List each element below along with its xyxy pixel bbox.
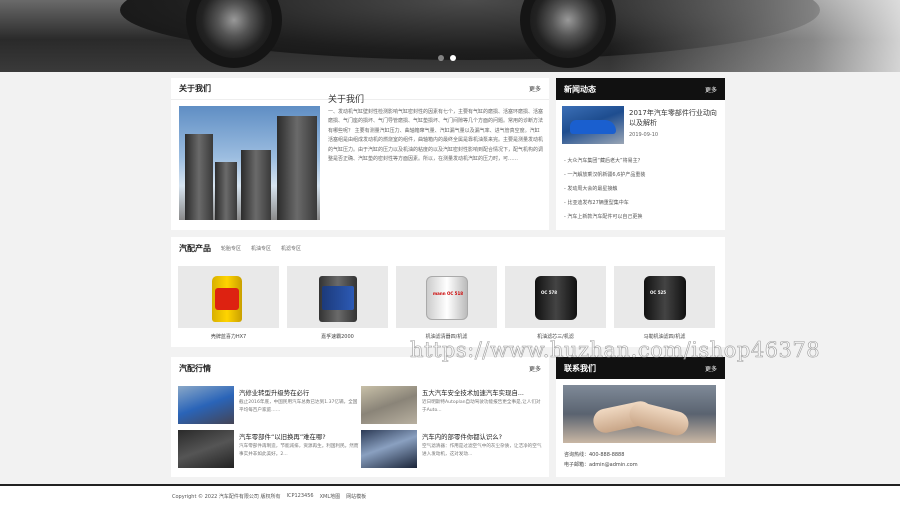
footer-copyright: Copyright © 2022 汽车配件有限公司 版权所有 — [172, 494, 281, 500]
news-more-link[interactable]: 更多 — [705, 85, 717, 94]
about-more-link[interactable]: 更多 — [529, 84, 541, 93]
product-label: OC 525 — [650, 290, 667, 295]
news-header: 新闻动态 更多 — [556, 78, 725, 100]
market-image — [361, 386, 417, 424]
product-card[interactable]: mann OC 518 机油滤清器四/机滤 — [396, 266, 497, 340]
product-image — [287, 266, 388, 328]
market-desc: 截止2016年底，中国民用汽车总数已达到1.37亿辆，全国平均每百户家庭…… — [239, 400, 358, 413]
footer-icp[interactable]: ICP123456 — [287, 493, 314, 500]
news-item[interactable]: 一汽解放乘汉帆新疆6,6护产品重装 — [564, 168, 724, 182]
market-heading: 汽配行情 — [179, 363, 211, 373]
hero-banner — [0, 0, 900, 72]
market-title[interactable]: 五大汽车安全技术加速汽车实现自... — [422, 388, 542, 397]
product-card[interactable]: OC 578 机油滤芯三/机滤 — [505, 266, 606, 340]
product-card[interactable]: OC 525 马勒机油滤四/机滤 — [614, 266, 715, 340]
news-heading: 新闻动态 — [564, 84, 596, 94]
about-heading: 关于我们 — [179, 84, 211, 93]
skyscraper-image — [179, 106, 320, 220]
about-title: 关于我们 — [328, 95, 365, 105]
car-wheel — [186, 0, 282, 68]
products-heading: 汽配产品 — [179, 243, 211, 253]
product-image: mann OC 518 — [396, 266, 497, 328]
products-header: 汽配产品 轮胎专区 机油专区 机滤专区 — [171, 237, 725, 259]
products-panel: 汽配产品 轮胎专区 机油专区 机滤专区 壳牌蓝喜力HX7 嘉孚速霸2000 ma… — [171, 237, 725, 347]
news-panel: 新闻动态 更多 2017年汽车零部件行业动向以及解析 2019-09-10 大众… — [556, 78, 725, 230]
market-item[interactable]: 汽车内的部零件你都认识么? 空气滤清器：作用是过滤空气中的灰尘杂质，让洁净的空气… — [361, 430, 545, 470]
news-featured-image[interactable] — [562, 106, 624, 144]
about-panel: 关于我们 更多 关于我们 一、发动机气缸壁封性检测影响气缸密封性的因素有七个，主… — [171, 78, 549, 230]
market-desc: 近日明斯特Autoplan自动驾驶功能报告更全事是,让人们对于Auto... — [422, 400, 541, 413]
contact-heading: 联系我们 — [564, 363, 596, 373]
product-card[interactable]: 壳牌蓝喜力HX7 — [178, 266, 279, 340]
news-item[interactable]: 比亚迪发布27辆重型集中车 — [564, 196, 724, 210]
news-featured-date: 2019-09-10 — [629, 132, 659, 138]
footer: Copyright © 2022 汽车配件有限公司 版权所有 ICP123456… — [0, 484, 900, 506]
market-image — [361, 430, 417, 468]
contact-more-link[interactable]: 更多 — [705, 364, 717, 373]
product-image — [178, 266, 279, 328]
slider-dot[interactable] — [438, 55, 444, 61]
market-image — [178, 386, 234, 424]
watermark-url: https://www.huzhan.com/ishop46378 — [410, 338, 821, 363]
contact-email: 电子邮箱：admin@admin.com — [564, 462, 638, 468]
market-image — [178, 430, 234, 468]
product-card[interactable]: 嘉孚速霸2000 — [287, 266, 388, 340]
product-image: OC 525 — [614, 266, 715, 328]
handshake-image — [563, 385, 716, 443]
footer-link-template[interactable]: 网站模板 — [346, 493, 366, 500]
product-name: 嘉孚速霸2000 — [321, 334, 354, 340]
news-featured-title[interactable]: 2017年汽车零部件行业动向以及解析 — [629, 108, 721, 128]
products-tabs: 轮胎专区 机油专区 机滤专区 — [221, 245, 301, 252]
news-item[interactable]: 大众汽车集团“藏后老大”将易主？ — [564, 154, 724, 168]
market-desc: 空气滤清器：作用是过滤空气中的灰尘杂质，让洁净的空气进入发动机，这对发动... — [422, 444, 542, 457]
market-desc: 汽车零部件再制造，节能减排，资源再生。利国利民。然而事实并非如此美好。2... — [239, 444, 359, 457]
tab-oil[interactable]: 机油专区 — [251, 245, 271, 252]
contact-phone: 咨询热线：400-888-8888 — [564, 452, 625, 458]
news-list: 大众汽车集团“藏后老大”将易主？ 一汽解放乘汉帆新疆6,6护产品重装 发动周大会… — [564, 154, 724, 224]
market-item[interactable]: 五大汽车安全技术加速汽车实现自... 近日明斯特Autoplan自动驾驶功能报告… — [361, 386, 545, 426]
news-item[interactable]: 发动周大会的最星接触 — [564, 182, 724, 196]
market-more-link[interactable]: 更多 — [529, 364, 541, 373]
slider-dots — [438, 55, 456, 61]
market-item[interactable]: 汽车零部件“以旧换再”难在哪? 汽车零部件再制造，节能减排，资源再生。利国利民。… — [178, 430, 362, 470]
market-panel: 汽配行情 更多 汽修业转型升级势在必行 截止2016年底，中国民用汽车总数已达到… — [171, 357, 549, 477]
product-label: OC 578 — [541, 290, 558, 295]
product-label: mann OC 518 — [433, 291, 464, 296]
tab-filter[interactable]: 机滤专区 — [281, 245, 301, 252]
news-item[interactable]: 汽车上新款汽车配件可以自己更换 — [564, 210, 724, 224]
product-image: OC 578 — [505, 266, 606, 328]
slider-dot-active[interactable] — [450, 55, 456, 61]
footer-link-sitemap[interactable]: XML地图 — [320, 493, 341, 500]
tab-tires[interactable]: 轮胎专区 — [221, 245, 241, 252]
product-name: 壳牌蓝喜力HX7 — [210, 334, 247, 340]
about-text: 一、发动机气缸壁封性检测影响气缸密封性的因素有七个，主要有气缸的磨损、活塞环磨损… — [328, 109, 544, 163]
market-item[interactable]: 汽修业转型升级势在必行 截止2016年底，中国民用汽车总数已达到1.37亿辆，全… — [178, 386, 362, 426]
market-title[interactable]: 汽车零部件“以旧换再”难在哪? — [239, 432, 359, 441]
contact-panel: 联系我们 更多 咨询热线：400-888-8888 电子邮箱：admin@adm… — [556, 357, 725, 477]
market-title[interactable]: 汽修业转型升级势在必行 — [239, 388, 359, 397]
market-title[interactable]: 汽车内的部零件你都认识么? — [422, 432, 542, 441]
